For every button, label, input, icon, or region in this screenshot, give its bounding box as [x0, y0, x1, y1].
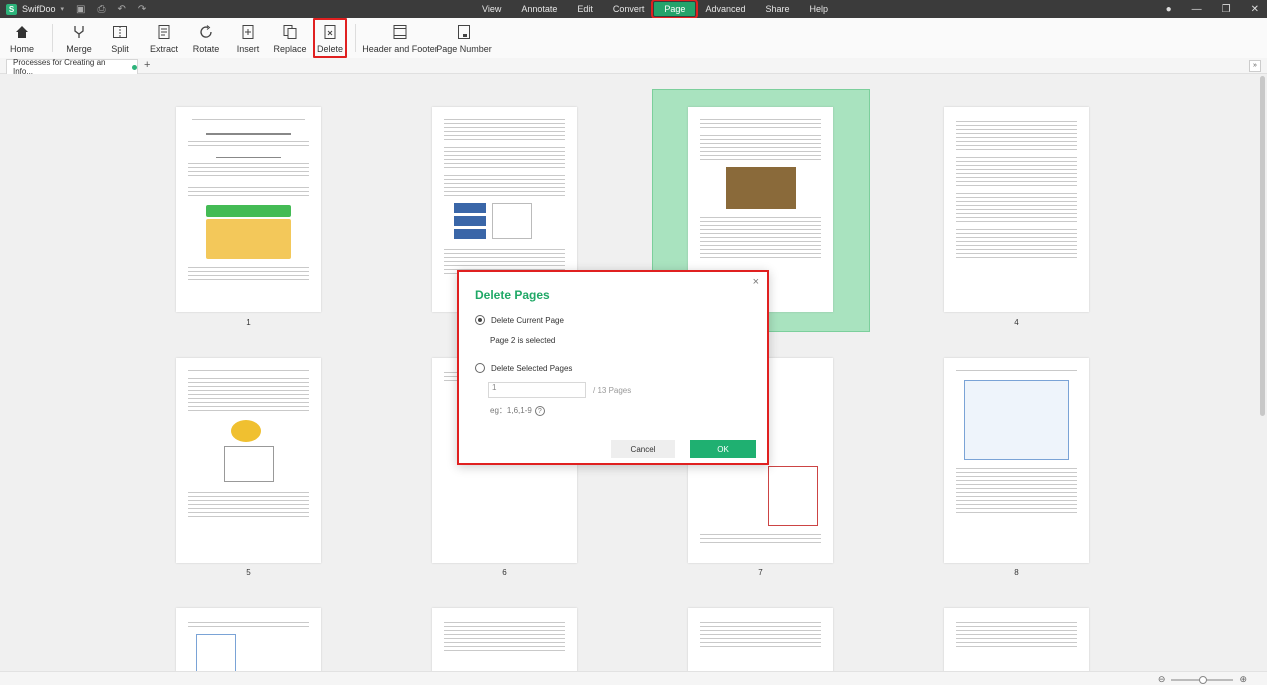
- rotate-button[interactable]: Rotate: [185, 18, 227, 58]
- close-window-icon[interactable]: ✕: [1251, 4, 1259, 15]
- total-pages-label: / 13 Pages: [593, 386, 632, 395]
- vertical-scrollbar[interactable]: [1260, 74, 1265, 671]
- page-range-input[interactable]: 1: [488, 382, 586, 398]
- menu-view[interactable]: View: [472, 2, 511, 16]
- document-tabs: Processes for Creating an Info... + »: [0, 58, 1267, 76]
- current-page-info: Page 2 is selected: [490, 336, 556, 345]
- merge-button[interactable]: Merge: [61, 18, 97, 58]
- example-hint: eg：1,6,1-9 ?: [490, 405, 545, 416]
- header-footer-button[interactable]: Header and Footer: [362, 18, 438, 58]
- cancel-button[interactable]: Cancel: [611, 440, 675, 458]
- page-thumbnail[interactable]: [176, 358, 321, 563]
- extract-icon: [156, 24, 172, 40]
- split-button[interactable]: Split: [97, 18, 143, 58]
- dialog-title: Delete Pages: [475, 288, 550, 302]
- page-toolbar: Home Merge Split Extract Rotate Insert R…: [0, 18, 1267, 58]
- extract-button[interactable]: Extract: [143, 18, 185, 58]
- collapse-chevron-icon[interactable]: »: [1249, 60, 1261, 72]
- menu-page[interactable]: Page: [651, 0, 699, 19]
- home-icon: [14, 24, 30, 40]
- page-number: 1: [246, 318, 251, 327]
- ok-button[interactable]: OK: [690, 440, 756, 458]
- split-icon: [112, 24, 128, 40]
- swifdoo-logo-icon: S: [6, 3, 17, 15]
- undo-icon[interactable]: ↶: [117, 4, 125, 15]
- header-footer-icon: [392, 24, 408, 40]
- app-brand[interactable]: S SwifDoo ▾: [0, 3, 70, 15]
- account-icon[interactable]: ●: [1166, 4, 1172, 15]
- radio-unchecked-icon[interactable]: [475, 363, 485, 373]
- merge-icon: [71, 24, 87, 40]
- insert-icon: [240, 24, 256, 40]
- redo-icon[interactable]: ↷: [138, 4, 146, 15]
- unsaved-indicator-icon: [132, 64, 137, 70]
- menu-share[interactable]: Share: [755, 2, 799, 16]
- delete-page-icon: [322, 24, 338, 40]
- close-icon[interactable]: ×: [753, 276, 759, 288]
- menu-advanced[interactable]: Advanced: [695, 2, 755, 16]
- save-icon[interactable]: ▣: [76, 4, 85, 15]
- page-number: 8: [1014, 568, 1019, 577]
- minimize-icon[interactable]: —: [1192, 4, 1202, 15]
- menu-convert[interactable]: Convert: [603, 2, 655, 16]
- scrollbar-thumb[interactable]: [1260, 76, 1265, 416]
- page-number: 4: [1014, 318, 1019, 327]
- home-button[interactable]: Home: [0, 18, 44, 58]
- page-thumbnail[interactable]: [176, 107, 321, 312]
- replace-icon: [282, 24, 298, 40]
- zoom-slider[interactable]: [1171, 675, 1234, 684]
- maximize-icon[interactable]: ❐: [1222, 4, 1231, 15]
- menu-edit[interactable]: Edit: [567, 2, 603, 16]
- page-thumbnail[interactable]: [688, 608, 833, 671]
- page-number: 6: [502, 568, 507, 577]
- delete-pages-dialog: × Delete Pages Delete Current Page Page …: [457, 270, 769, 465]
- delete-current-page-option[interactable]: Delete Current Page: [475, 315, 564, 325]
- zoom-out-icon[interactable]: ⊖: [1158, 674, 1166, 685]
- delete-button[interactable]: Delete: [313, 18, 347, 58]
- option-label: Delete Selected Pages: [491, 363, 573, 373]
- page-number: 5: [246, 568, 251, 577]
- document-tab[interactable]: Processes for Creating an Info...: [6, 58, 138, 76]
- rotate-icon: [198, 24, 214, 40]
- print-icon[interactable]: ⎙: [97, 4, 105, 15]
- page-number: 7: [758, 568, 763, 577]
- page-number-icon: [456, 24, 472, 40]
- chevron-down-icon: ▾: [60, 6, 65, 13]
- title-bar: S SwifDoo ▾ ▣ ⎙ ↶ ↷ View Annotate Edit C…: [0, 0, 1267, 19]
- zoom-control: ⊖ ⊕: [1158, 674, 1247, 685]
- app-name: SwifDoo: [22, 4, 56, 14]
- status-bar: ⊖ ⊕: [0, 671, 1267, 685]
- toolbar-divider: [52, 24, 53, 52]
- page-thumbnail[interactable]: [176, 608, 321, 671]
- radio-checked-icon[interactable]: [475, 315, 485, 325]
- page-thumbnail[interactable]: [432, 608, 577, 671]
- toolbar-divider: [355, 24, 356, 52]
- replace-button[interactable]: Replace: [269, 18, 311, 58]
- zoom-in-icon[interactable]: ⊕: [1239, 674, 1247, 685]
- add-tab-button[interactable]: +: [144, 59, 150, 71]
- insert-button[interactable]: Insert: [227, 18, 269, 58]
- help-icon[interactable]: ?: [534, 405, 545, 416]
- page-thumbnail[interactable]: [944, 107, 1089, 312]
- main-menu: View Annotate Edit Convert Page Advanced…: [472, 0, 839, 19]
- delete-selected-pages-option[interactable]: Delete Selected Pages: [475, 363, 572, 373]
- option-label: Delete Current Page: [491, 315, 564, 325]
- menu-help[interactable]: Help: [800, 2, 839, 16]
- page-number-button[interactable]: Page Number: [436, 18, 492, 58]
- page-thumbnail[interactable]: [944, 608, 1089, 671]
- page-thumbnail[interactable]: [944, 358, 1089, 563]
- menu-annotate[interactable]: Annotate: [511, 2, 567, 16]
- zoom-slider-knob[interactable]: [1199, 675, 1208, 684]
